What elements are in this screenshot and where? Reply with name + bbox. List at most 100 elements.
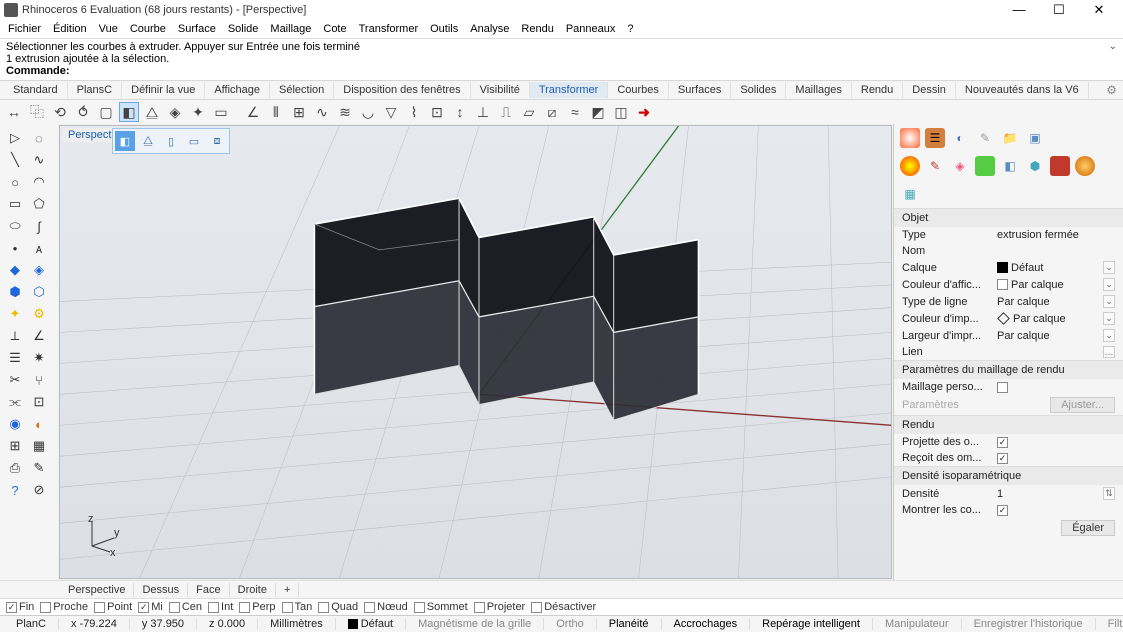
osnap-perp-checkbox[interactable]	[239, 602, 250, 613]
tab-selection[interactable]: Sélection	[270, 82, 334, 98]
status-history[interactable]: Enregistrer l'historique	[962, 618, 1096, 630]
osnap-projeter-checkbox[interactable]	[474, 602, 485, 613]
tab-plansc[interactable]: PlansC	[68, 82, 122, 98]
help-panel-icon[interactable]: ✎	[975, 128, 995, 148]
paint-icon[interactable]: ✎	[925, 156, 945, 176]
repeat-icon[interactable]: ➜	[634, 102, 654, 122]
solid-icon[interactable]: ⬢	[4, 282, 26, 302]
viewport-label[interactable]: Perspect	[62, 128, 117, 142]
dispcolor-dropdown-icon[interactable]: ⌄	[1103, 278, 1115, 291]
osnap-desactiver-checkbox[interactable]	[531, 602, 542, 613]
flyout-scale2d-icon[interactable]: ▭	[184, 131, 204, 151]
surface-icon[interactable]: ◆	[4, 260, 26, 280]
display-mode-icon[interactable]: ▣	[1025, 128, 1045, 148]
object-props-icon[interactable]: ▦	[900, 184, 920, 204]
osnap-proche-checkbox[interactable]	[40, 602, 51, 613]
scale-icon[interactable]: ▢	[96, 102, 116, 122]
osnap-quad-checkbox[interactable]	[318, 602, 329, 613]
clipping-icon[interactable]: ⬢	[1025, 156, 1045, 176]
split-icon[interactable]: ⑂	[28, 370, 50, 390]
line-icon[interactable]: ╲	[4, 150, 26, 170]
orient-icon[interactable]: ✦	[188, 102, 208, 122]
remap-icon[interactable]: ◩	[588, 102, 608, 122]
environment-icon[interactable]	[975, 156, 995, 176]
flyout-mirror-icon[interactable]: ⧋	[138, 131, 158, 151]
lasso-icon[interactable]: ◌	[28, 128, 50, 148]
polygon-icon[interactable]: ⬠	[28, 194, 50, 214]
status-filter[interactable]: Filtre	[1096, 618, 1123, 630]
menu-panneaux[interactable]: Panneaux	[566, 20, 616, 38]
layer-dropdown-icon[interactable]: ⌄	[1103, 261, 1115, 274]
status-ortho[interactable]: Ortho	[544, 618, 597, 630]
box-edit-icon[interactable]: ◫	[611, 102, 631, 122]
texture-icon[interactable]: ◈	[950, 156, 970, 176]
osnap-fin-checkbox[interactable]: ✓	[6, 602, 17, 613]
twist-icon[interactable]: ≋	[335, 102, 355, 122]
status-gumball[interactable]: Manipulateur	[873, 618, 962, 630]
gear-icon[interactable]: ⚙	[28, 304, 50, 324]
select-icon[interactable]: ▷	[4, 128, 26, 148]
tab-dessin[interactable]: Dessin	[903, 82, 956, 98]
text-icon[interactable]: ᴀ	[28, 238, 50, 258]
display-panel-icon[interactable]: ◐	[950, 128, 970, 148]
command-expand-icon[interactable]: ⌄	[1109, 41, 1117, 52]
tab-visibilite[interactable]: Visibilité	[471, 82, 530, 98]
cage-icon[interactable]: ⊡	[427, 102, 447, 122]
help-icon[interactable]: ?	[4, 480, 26, 500]
unroll-icon[interactable]: ⧄	[542, 102, 562, 122]
prop-dispcolor-value[interactable]: Par calque	[997, 279, 1103, 291]
tab-nouveautes[interactable]: Nouveautés dans la V6	[956, 82, 1089, 98]
osnap-sommet-checkbox[interactable]	[414, 602, 425, 613]
menu-fichier[interactable]: Fichier	[8, 20, 41, 38]
stretch-icon[interactable]: ↕	[450, 102, 470, 122]
explode-icon[interactable]: ✷	[28, 348, 50, 368]
menu-analyse[interactable]: Analyse	[470, 20, 509, 38]
curve-icon[interactable]: ∫	[28, 216, 50, 236]
tabs-gear-icon[interactable]: ⚙	[1106, 83, 1117, 97]
shear-icon[interactable]: ◈	[165, 102, 185, 122]
render-icon[interactable]: ◉	[4, 414, 26, 434]
arraypolar-icon[interactable]: ⊞	[289, 102, 309, 122]
menu-courbe[interactable]: Courbe	[130, 20, 166, 38]
props-sphere-icon[interactable]	[900, 156, 920, 176]
menu-surface[interactable]: Surface	[178, 20, 216, 38]
prop-layer-value[interactable]: Défaut	[997, 262, 1103, 274]
tab-standard[interactable]: Standard	[4, 82, 68, 98]
showcurves-checkbox[interactable]: ✓	[997, 505, 1008, 516]
layers-panel-icon[interactable]: ☰	[925, 128, 945, 148]
flyout-scale1d-icon[interactable]: ▯	[161, 131, 181, 151]
tab-courbes[interactable]: Courbes	[608, 82, 669, 98]
vtab-face[interactable]: Face	[188, 583, 229, 597]
status-gridsnap[interactable]: Magnétisme de la grille	[406, 618, 544, 630]
minimize-button[interactable]: —	[999, 0, 1039, 20]
rotate-icon[interactable]: ⟲	[50, 102, 70, 122]
viewport[interactable]: Perspect ◧ ⧋ ▯ ▭ ⧈	[59, 125, 892, 579]
options-icon[interactable]: ⊘	[28, 480, 50, 500]
tab-rendu[interactable]: Rendu	[852, 82, 903, 98]
osnap-int-checkbox[interactable]	[208, 602, 219, 613]
menu-edition[interactable]: Édition	[53, 20, 87, 38]
osnap-cen-checkbox[interactable]	[169, 602, 180, 613]
layers-icon[interactable]: ☰	[4, 348, 26, 368]
tab-affichage[interactable]: Affichage	[205, 82, 270, 98]
setpt-icon[interactable]: ⊥	[473, 102, 493, 122]
align-icon[interactable]: ▭	[211, 102, 231, 122]
adjust-button[interactable]: Ajuster...	[1050, 397, 1115, 413]
circle-icon[interactable]: ○	[4, 172, 26, 192]
tab-disposition[interactable]: Disposition des fenêtres	[334, 82, 470, 98]
menu-outils[interactable]: Outils	[430, 20, 458, 38]
osnap-mi-checkbox[interactable]: ✓	[138, 602, 149, 613]
printwidth-dropdown-icon[interactable]: ⌄	[1103, 329, 1115, 342]
close-button[interactable]: ✕	[1079, 0, 1119, 20]
menu-help[interactable]: ?	[627, 20, 633, 38]
density-value[interactable]: 1	[997, 488, 1103, 500]
material-icon[interactable]	[900, 128, 920, 148]
vtab-droite[interactable]: Droite	[230, 583, 276, 597]
grid-icon[interactable]: ▦	[28, 436, 50, 456]
osnap-tan-checkbox[interactable]	[282, 602, 293, 613]
transform-gear-icon[interactable]: ✦	[4, 304, 26, 324]
prop-linetype-value[interactable]: Par calque	[997, 296, 1103, 308]
angle-icon[interactable]: ∠	[28, 326, 50, 346]
squish-icon[interactable]: ≈	[565, 102, 585, 122]
loft-icon[interactable]: ◈	[28, 260, 50, 280]
